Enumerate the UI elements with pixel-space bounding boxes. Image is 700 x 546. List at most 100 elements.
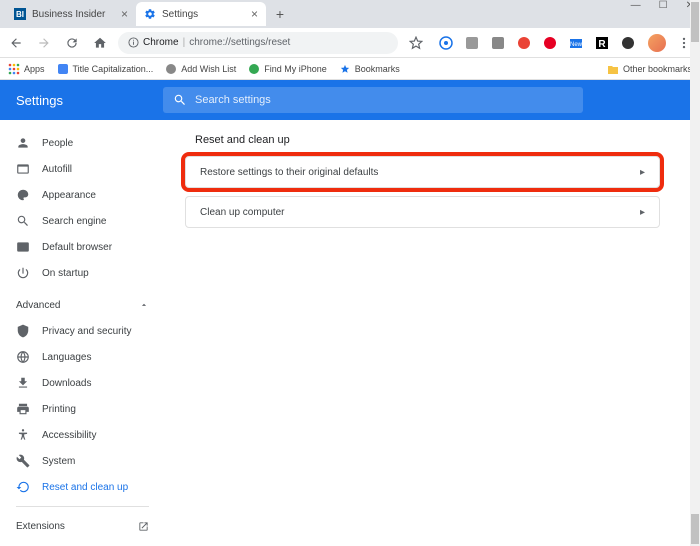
cleanup-computer-row[interactable]: Clean up computer ▸ [185,196,660,228]
chevron-up-icon [139,300,149,310]
scrollbar-thumb[interactable] [691,2,699,42]
ext-icon-7[interactable]: R [594,35,610,51]
nav-label: Privacy and security [42,326,131,337]
new-tab-button[interactable]: + [270,4,290,24]
nav-label: Autofill [42,164,72,175]
bookmark-icon [165,63,177,75]
home-button[interactable] [90,33,110,53]
restore-settings-row[interactable]: Restore settings to their original defau… [185,156,660,188]
scrollbar-thumb-bottom[interactable] [691,514,699,544]
ext-icon-2[interactable] [464,35,480,51]
globe-icon [16,350,30,364]
toolbar: Chrome | chrome://settings/reset New R [0,28,700,58]
settings-title: Settings [16,93,63,108]
tab-settings[interactable]: Settings × [136,2,266,26]
bookmark-label: Title Capitalization... [73,64,154,74]
bookmark-label: Apps [24,64,45,74]
nav-privacy[interactable]: Privacy and security [0,318,165,344]
nav-autofill[interactable]: Autofill [0,156,165,182]
url-scheme: Chrome [143,37,179,48]
close-tab-icon[interactable]: × [121,7,128,21]
bookmark-title-cap[interactable]: Title Capitalization... [57,63,154,75]
reload-button[interactable] [62,33,82,53]
nav-label: Default browser [42,242,112,253]
autofill-icon [16,162,30,176]
nav-people[interactable]: People [0,130,165,156]
person-icon [16,136,30,150]
search-settings-input[interactable] [195,94,573,106]
chevron-right-icon: ▸ [640,207,645,218]
power-icon [16,266,30,280]
nav-label: Downloads [42,378,91,389]
scrollbar-track[interactable] [690,0,700,546]
tab-title: Settings [162,9,245,20]
nav-label: Search engine [42,216,107,227]
bookmark-find-iphone[interactable]: Find My iPhone [248,63,327,75]
nav-downloads[interactable]: Downloads [0,370,165,396]
svg-text:R: R [598,39,606,50]
shield-icon [16,324,30,338]
nav-search-engine[interactable]: Search engine [0,208,165,234]
option-label: Clean up computer [200,207,285,218]
extensions-label: Extensions [16,521,65,532]
search-settings-box[interactable] [163,87,583,113]
nav-default-browser[interactable]: Default browser [0,234,165,260]
extension-icons: New R [434,35,640,51]
close-tab-icon[interactable]: × [251,7,258,21]
ext-icon-5[interactable] [542,35,558,51]
apps-icon [8,63,20,75]
nav-label: Accessibility [42,430,96,441]
nav-on-startup[interactable]: On startup [0,260,165,286]
tab-business-insider[interactable]: BI Business Insider × [6,2,136,26]
bookmark-add-wish[interactable]: Add Wish List [165,63,236,75]
nav-appearance[interactable]: Appearance [0,182,165,208]
nav-languages[interactable]: Languages [0,344,165,370]
profile-avatar[interactable] [648,34,666,52]
print-icon [16,402,30,416]
bookmark-icon [248,63,260,75]
favicon-settings [144,8,156,20]
download-icon [16,376,30,390]
bookmark-icon [57,63,69,75]
svg-text:BI: BI [16,10,24,19]
settings-sidebar: People Autofill Appearance Search engine… [0,120,165,546]
nav-extensions[interactable]: Extensions [0,513,165,539]
other-bookmarks[interactable]: Other bookmarks [607,63,692,75]
nav-system[interactable]: System [0,448,165,474]
ext-icon-4[interactable] [516,35,532,51]
chevron-right-icon: ▸ [640,167,645,178]
appearance-icon [16,188,30,202]
bookmark-bookmarks[interactable]: Bookmarks [339,63,400,75]
ext-icon-1[interactable] [438,35,454,51]
nav-advanced-toggle[interactable]: Advanced [0,292,165,318]
minimize-button[interactable]: — [631,0,641,11]
bookmark-apps[interactable]: Apps [8,63,45,75]
nav-about[interactable]: About Chrome [0,539,165,546]
nav-printing[interactable]: Printing [0,396,165,422]
forward-button[interactable] [34,33,54,53]
star-icon [339,63,351,75]
settings-main: People Autofill Appearance Search engine… [0,120,700,546]
ext-icon-3[interactable] [490,35,506,51]
external-link-icon [138,521,149,532]
address-bar[interactable]: Chrome | chrome://settings/reset [118,32,398,54]
tab-title: Business Insider [32,9,115,20]
bookmark-star-icon[interactable] [406,33,426,53]
restore-icon [16,480,30,494]
folder-icon [607,63,619,75]
bookmark-label: Bookmarks [355,64,400,74]
favicon-bi: BI [14,8,26,20]
ext-icon-6[interactable]: New [568,35,584,51]
ext-icon-8[interactable] [620,35,636,51]
maximize-button[interactable]: ☐ [659,0,668,11]
search-icon [16,214,30,228]
wrench-icon [16,454,30,468]
back-button[interactable] [6,33,26,53]
nav-label: Appearance [42,190,96,201]
nav-accessibility[interactable]: Accessibility [0,422,165,448]
option-label: Restore settings to their original defau… [200,167,378,178]
nav-label: System [42,456,75,467]
nav-reset[interactable]: Reset and clean up [0,474,165,500]
search-icon [173,93,187,107]
browser-icon [16,240,30,254]
